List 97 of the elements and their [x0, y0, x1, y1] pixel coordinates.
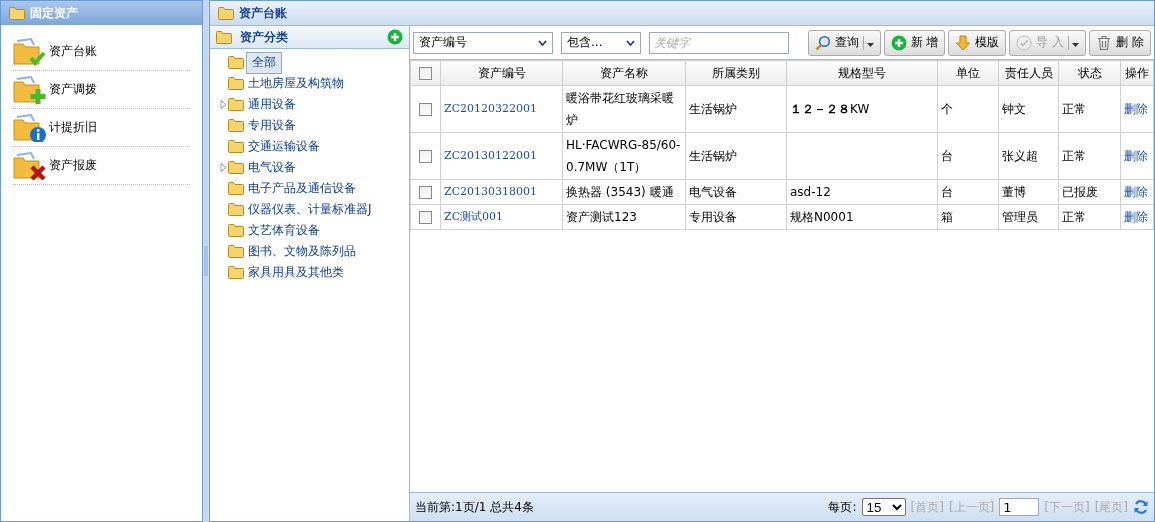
- tree-title: 资产分类: [240, 28, 289, 46]
- toolbar-button[interactable]: 新 增: [883, 29, 946, 56]
- table-cell: asd-12: [786, 179, 938, 205]
- keyword-field[interactable]: 关键字: [649, 31, 789, 54]
- refresh-icon[interactable]: [1133, 499, 1149, 515]
- toolbar-button[interactable]: 查询: [807, 29, 881, 56]
- table-cell: 张义超: [998, 132, 1059, 180]
- tree-item[interactable]: 全部: [246, 51, 282, 74]
- folder-plus-icon: [13, 75, 47, 104]
- column-header: 资产名称: [562, 60, 686, 86]
- splitter-handle[interactable]: [204, 246, 208, 276]
- column-header: 单位: [937, 60, 999, 86]
- table-cell: 暖浴带花红玻璃采暖炉: [562, 85, 686, 133]
- tree-item[interactable]: 电子产品及通信设备: [246, 179, 358, 198]
- caret-icon: [626, 39, 635, 46]
- folder-icon: [228, 182, 244, 195]
- folder-icon: [228, 98, 244, 111]
- select-all-checkbox[interactable]: [419, 66, 432, 80]
- import-icon: [1016, 34, 1033, 51]
- table-cell: 正常: [1058, 85, 1121, 133]
- table-cell: 台: [937, 179, 999, 205]
- match-select[interactable]: 包含...: [561, 31, 641, 54]
- tree-item[interactable]: 专用设备: [246, 116, 298, 135]
- table-cell: 资产测试123: [562, 204, 686, 230]
- column-header: 所属类别: [685, 60, 787, 86]
- trash-icon: [1096, 34, 1113, 51]
- menu-item[interactable]: 计提折旧: [13, 109, 190, 147]
- table-cell: 钟文: [998, 85, 1059, 133]
- folder-icon: [228, 245, 244, 258]
- folder-icon: [228, 266, 244, 279]
- table-cell: 管理员: [998, 204, 1059, 230]
- folder-icon: [228, 224, 244, 237]
- column-header: 责任人员: [998, 60, 1059, 86]
- folder-info-icon: [13, 113, 47, 142]
- table-cell: 台: [937, 132, 999, 180]
- table-cell: 正常: [1058, 132, 1121, 180]
- folder-icon: [9, 6, 25, 20]
- folder-icon: [228, 140, 244, 153]
- expand-arrow-icon[interactable]: [219, 163, 227, 172]
- page-field[interactable]: 1: [999, 498, 1040, 516]
- add-icon: [387, 29, 403, 45]
- add-icon: [890, 34, 907, 51]
- tree-item[interactable]: 交通运输设备: [246, 137, 322, 156]
- table-cell: 箱: [937, 204, 999, 230]
- field-select[interactable]: 资产编号: [413, 31, 553, 54]
- menu-item[interactable]: 资产报废: [13, 147, 190, 185]
- table-cell: HL·FACWRG-85/60-0.7MW（1T）: [562, 132, 686, 180]
- search-icon: [814, 34, 831, 51]
- panel-title: 固定资产: [30, 4, 78, 22]
- table-cell: 正常: [1058, 204, 1121, 230]
- page-summary: 当前第:1页/1 总共4条: [415, 498, 534, 516]
- tree-item[interactable]: 仪器仪表、计量标准器J: [246, 200, 374, 219]
- row-checkbox[interactable]: [419, 102, 432, 116]
- row-checkbox[interactable]: [419, 210, 432, 224]
- row-checkbox[interactable]: [419, 185, 432, 199]
- folder-check-icon: [13, 37, 47, 66]
- row-checkbox[interactable]: [419, 149, 432, 163]
- tree-item[interactable]: 图书、文物及陈列品: [246, 242, 358, 261]
- tree-item[interactable]: 电气设备: [246, 158, 298, 177]
- table-cell: 规格N0001: [786, 204, 938, 230]
- tree-item[interactable]: 文艺体育设备: [246, 221, 322, 240]
- table-cell: 个: [937, 85, 999, 133]
- column-header: 操作: [1120, 60, 1154, 86]
- folder-icon: [218, 6, 234, 20]
- per-page-select[interactable]: 15: [861, 498, 906, 516]
- menu-item[interactable]: 资产调拨: [13, 71, 190, 109]
- folder-icon: [228, 203, 244, 216]
- table-cell: 换热器 (3543) 暖通: [562, 179, 686, 205]
- tree-item[interactable]: 家具用具及其他类: [246, 263, 346, 282]
- down-arrow-icon: [955, 34, 972, 51]
- table-cell: １２－２８KW: [786, 85, 938, 133]
- table-cell: 已报废: [1058, 179, 1121, 205]
- folder-cross-icon: [13, 151, 47, 180]
- tree-item[interactable]: 通用设备: [246, 95, 298, 114]
- folder-icon: [228, 119, 244, 132]
- table-cell: 生活锅炉: [685, 132, 787, 180]
- table-cell: 生活锅炉: [685, 85, 787, 133]
- table-cell: 专用设备: [685, 204, 787, 230]
- table-cell: 董博: [998, 179, 1059, 205]
- menu-item[interactable]: 资产台账: [13, 33, 190, 71]
- panel-title: 资产台账: [239, 4, 287, 22]
- folder-icon: [228, 56, 244, 69]
- toolbar-button[interactable]: 模版: [948, 29, 1007, 56]
- column-header: 状态: [1058, 60, 1121, 86]
- table-cell: 电气设备: [685, 179, 787, 205]
- caret-icon: [866, 42, 874, 47]
- expand-arrow-icon[interactable]: [219, 100, 227, 109]
- caret-icon: [1072, 42, 1080, 47]
- toolbar-button[interactable]: 删 除: [1089, 29, 1151, 56]
- column-header: 资产编号: [440, 60, 563, 86]
- folder-icon: [228, 161, 244, 174]
- column-header: 规格型号: [786, 60, 938, 86]
- tree-item[interactable]: 土地房屋及构筑物: [246, 74, 346, 93]
- folder-icon: [228, 77, 244, 90]
- folder-icon: [216, 30, 232, 44]
- caret-icon: [538, 39, 547, 46]
- per-page-label: 每页:: [828, 498, 857, 516]
